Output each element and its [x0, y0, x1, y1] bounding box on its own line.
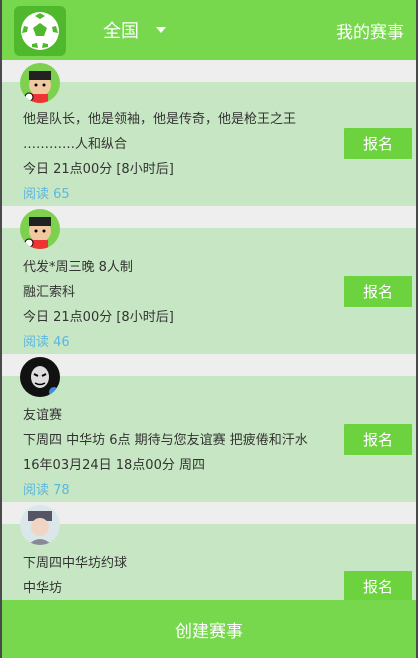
signup-button[interactable]: 报名: [344, 571, 412, 600]
top-bar: 全国 我的赛事: [0, 0, 418, 60]
list-item[interactable]: 他是队长，他是领袖，他是传奇，他是枪王之王 …………人和纵合 今日 21点00分…: [0, 63, 418, 206]
list-item[interactable]: 下周四中华坊约球 中华坊 报名: [0, 505, 418, 600]
list-item[interactable]: 友谊赛 下周四 中华坊 6点 期待与您友谊赛 把疲倦和汗水 16年03月24日 …: [0, 357, 418, 502]
match-time: 今日 21点00分 [8小时后]: [23, 162, 174, 177]
dropdown-arrow-icon[interactable]: [156, 27, 166, 33]
signup-button[interactable]: 报名: [344, 424, 412, 455]
create-match-button[interactable]: 创建赛事: [0, 600, 418, 658]
avatar[interactable]: [20, 357, 60, 397]
avatar[interactable]: [20, 63, 60, 103]
list-item[interactable]: 代发*周三晚 8人制 融汇索科 今日 21点00分 [8小时后] 阅读 46 报…: [0, 209, 418, 354]
match-title: 友谊赛: [23, 408, 63, 423]
soccer-ball-icon[interactable]: [14, 6, 66, 56]
match-detail: 下周四 中华坊 6点 期待与您友谊赛 把疲倦和汗水: [23, 433, 308, 448]
avatar[interactable]: [20, 505, 60, 545]
my-matches-link[interactable]: 我的赛事: [336, 18, 404, 43]
signup-button[interactable]: 报名: [344, 128, 412, 159]
read-count: 阅读 46: [23, 335, 70, 350]
signup-button[interactable]: 报名: [344, 276, 412, 307]
match-detail: …………人和纵合: [23, 137, 128, 152]
match-detail: 融汇索科: [23, 285, 76, 300]
match-detail: 中华坊: [23, 581, 63, 596]
read-count: 阅读 78: [23, 483, 70, 498]
match-list[interactable]: 他是队长，他是领袖，他是传奇，他是枪王之王 …………人和纵合 今日 21点00分…: [0, 60, 418, 600]
region-selector[interactable]: 全国: [103, 17, 139, 43]
avatar[interactable]: [20, 209, 60, 249]
match-title: 他是队长，他是领袖，他是传奇，他是枪王之王: [23, 112, 297, 127]
match-time: 今日 21点00分 [8小时后]: [23, 310, 174, 325]
match-title: 下周四中华坊约球: [23, 556, 128, 571]
match-title: 代发*周三晚 8人制: [23, 260, 133, 275]
match-time: 16年03月24日 18点00分 周四: [23, 458, 205, 473]
read-count: 阅读 65: [23, 187, 70, 202]
